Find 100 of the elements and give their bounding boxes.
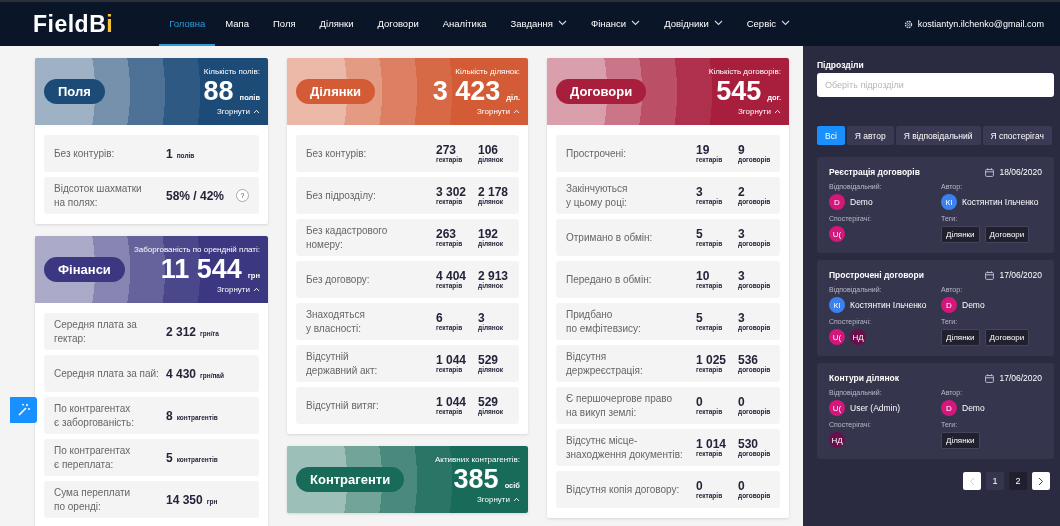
stat-value: 1 025 bbox=[696, 353, 728, 366]
section-title[interactable]: Контрагенти bbox=[296, 467, 405, 492]
total-value: 11 544 bbox=[160, 254, 242, 284]
stat-value: 0 bbox=[696, 395, 703, 408]
person-name: User (Admin) bbox=[850, 403, 901, 413]
stat-value: 273 bbox=[436, 143, 457, 156]
collapse-link[interactable]: Згорнути bbox=[737, 107, 781, 116]
nav-link[interactable]: Договори bbox=[367, 2, 429, 46]
person-name: Demo bbox=[962, 300, 985, 310]
stat-value: 106 bbox=[478, 143, 499, 156]
chevron-up-icon bbox=[253, 109, 260, 114]
stat-value: 19 bbox=[696, 143, 710, 156]
stat-value: 3 bbox=[738, 227, 745, 240]
chevron-up-icon bbox=[513, 109, 520, 114]
collapse-link[interactable]: Згорнути bbox=[476, 107, 520, 116]
section-title[interactable]: Ділянки bbox=[296, 79, 376, 104]
stat-value: 3 bbox=[738, 311, 745, 324]
page-button[interactable]: 2 bbox=[1009, 472, 1027, 490]
collapse-link[interactable]: Згорнути bbox=[216, 285, 260, 294]
stat-label: Придбано по емфітевзису: bbox=[566, 307, 642, 336]
stat-label: Отримано в обмін: bbox=[566, 230, 654, 245]
stat-value: 3 bbox=[478, 311, 485, 324]
stat-label: Відсутній витяг: bbox=[306, 398, 380, 413]
user-email-link[interactable]: kostiantyn.ilchenko@gmail.com bbox=[917, 19, 1044, 29]
stat-value: 0 bbox=[738, 479, 745, 492]
total-value: 3 423 bbox=[432, 76, 501, 106]
stat-value: 4 404 bbox=[436, 269, 468, 282]
stat-value: 2 312 bbox=[166, 325, 197, 338]
magic-wand-button[interactable] bbox=[10, 397, 37, 423]
nav-link[interactable]: Ділянки bbox=[309, 2, 364, 46]
stat-label: Без контурів: bbox=[54, 146, 116, 161]
avatar: U( bbox=[829, 329, 845, 345]
stat-value: 530 bbox=[738, 437, 759, 450]
gear-icon bbox=[903, 19, 913, 29]
stat-value: 263 bbox=[436, 227, 457, 240]
tag[interactable]: Договори bbox=[984, 329, 1030, 346]
stat-value: 192 bbox=[478, 227, 499, 240]
stat-value: 536 bbox=[738, 353, 759, 366]
next-page-button[interactable] bbox=[1032, 472, 1050, 490]
stat-label: Без контурів: bbox=[306, 146, 368, 161]
stat-label: Сума переплати по оренді: bbox=[54, 485, 132, 514]
task-date: 17/06/2020 bbox=[999, 373, 1042, 383]
calendar-icon bbox=[985, 167, 995, 177]
nav-link[interactable]: Аналітика bbox=[432, 2, 497, 46]
nav-link[interactable]: Фінанси bbox=[581, 2, 651, 46]
stat-value: 2 913 bbox=[478, 269, 510, 282]
stat-value: 1 014 bbox=[696, 437, 728, 450]
nav-link[interactable]: Сервіс bbox=[736, 2, 801, 46]
tag[interactable]: Ділянки bbox=[941, 329, 980, 346]
field-label: Підрозділи bbox=[817, 60, 865, 70]
nav-link[interactable]: Довідники bbox=[654, 2, 733, 46]
stat-value: 0 bbox=[738, 395, 745, 408]
nav-link[interactable]: Поля bbox=[263, 2, 306, 46]
stat-label: По контрагентах є переплата: bbox=[54, 443, 132, 472]
chevron-down-icon bbox=[631, 20, 641, 26]
chevron-down-icon bbox=[713, 20, 723, 26]
logo[interactable]: FieldBi bbox=[33, 2, 114, 46]
tag[interactable]: Ділянки bbox=[941, 226, 980, 243]
section-title[interactable]: Поля bbox=[44, 79, 105, 104]
stat-value: 3 bbox=[738, 269, 745, 282]
person-name: Костянтин Ільченко bbox=[962, 197, 1039, 207]
stat-value: 529 bbox=[478, 353, 499, 366]
stat-label: Без кадастрового номеру: bbox=[306, 223, 389, 252]
stat-label: Знаходяться у власності: bbox=[306, 307, 366, 336]
total-caption: Кількість договорів: bbox=[708, 67, 781, 76]
stat-label: Відсутній державний акт: bbox=[306, 349, 379, 378]
avatar: КІ bbox=[941, 194, 957, 210]
collapse-link[interactable]: Згорнути bbox=[476, 495, 520, 504]
avatar: D bbox=[941, 297, 957, 313]
collapse-link[interactable]: Згорнути bbox=[216, 107, 260, 116]
filter-tab[interactable]: Я відповідальний bbox=[895, 126, 981, 145]
nav-link[interactable]: Завдання bbox=[500, 2, 577, 46]
task-title: Прострочені договори bbox=[829, 270, 924, 280]
stat-value: 5 bbox=[166, 451, 173, 464]
tag[interactable]: Договори bbox=[984, 226, 1030, 243]
stat-label: Без договору: bbox=[306, 272, 371, 287]
stat-value: 3 bbox=[696, 185, 703, 198]
stat-label: Відсутнє місце- знаходження документів: bbox=[566, 433, 684, 462]
stat-value: 58% / 42% bbox=[166, 189, 225, 202]
stat-value: 4 430 bbox=[166, 367, 197, 380]
department-select-field[interactable]: Оберіть підрозділи bbox=[817, 73, 1054, 97]
tag[interactable]: Ділянки bbox=[941, 432, 980, 449]
filter-tab[interactable]: Я спостерігач bbox=[982, 126, 1052, 145]
chevron-up-icon bbox=[513, 497, 520, 502]
stat-label: Закінчуються у цьому році: bbox=[566, 181, 629, 210]
avatar: КІ bbox=[829, 297, 845, 313]
stat-label: По контрагентах є заборгованість: bbox=[54, 401, 135, 430]
stat-value: 9 bbox=[738, 143, 745, 156]
stat-value: 1 044 bbox=[436, 353, 468, 366]
nav-link[interactable]: Мапа bbox=[215, 2, 259, 46]
stat-label: Без підрозділу: bbox=[306, 188, 377, 203]
page-button[interactable]: 1 bbox=[986, 472, 1004, 490]
avatar: D bbox=[941, 400, 957, 416]
stat-label: Відсутня держреєстрація: bbox=[566, 349, 644, 378]
section-title[interactable]: Фінанси bbox=[44, 257, 125, 282]
filter-tab[interactable]: Я автор bbox=[846, 126, 894, 145]
person-name: Demo bbox=[850, 197, 873, 207]
magic-wand-icon bbox=[16, 403, 31, 417]
stat-value: 10 bbox=[696, 269, 710, 282]
section-title[interactable]: Договори bbox=[556, 79, 647, 104]
